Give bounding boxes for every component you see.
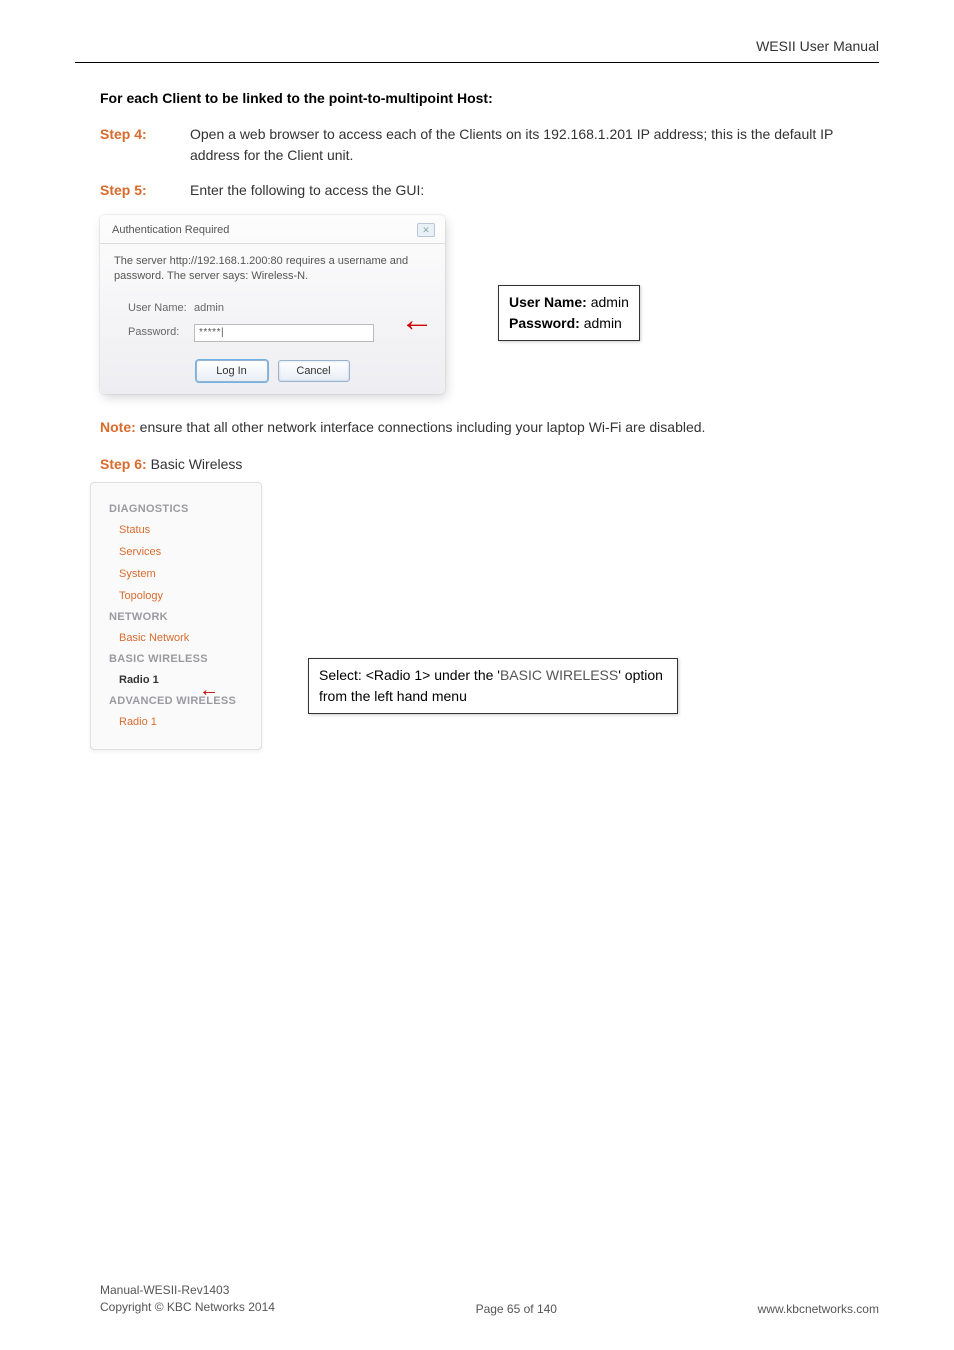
callout2-p4: > bbox=[422, 667, 430, 683]
step4-text: Open a web browser to access each of the… bbox=[190, 124, 879, 166]
note-label: Note: bbox=[100, 419, 136, 435]
sidebar-figure: DIAGNOSTICS Status Services System Topol… bbox=[100, 482, 879, 762]
callout2-p2: < bbox=[366, 667, 374, 683]
sidebar-group-diagnostics: DIAGNOSTICS bbox=[91, 499, 261, 519]
auth-dialog: Authentication Required ✕ The server htt… bbox=[100, 215, 445, 394]
note-text: Note: ensure that all other network inte… bbox=[100, 417, 879, 438]
section-heading: For each Client to be linked to the poin… bbox=[100, 90, 879, 106]
arrow-icon: ← bbox=[400, 303, 434, 337]
footer-manual-id: Manual-WESII-Rev1403 bbox=[100, 1282, 275, 1299]
sidebar-item-services[interactable]: Services bbox=[91, 541, 261, 563]
sidebar-item-status[interactable]: Status bbox=[91, 519, 261, 541]
step5-text: Enter the following to access the GUI: bbox=[190, 180, 879, 201]
callout2-p1: Select: bbox=[319, 667, 362, 683]
username-label: User Name: bbox=[114, 301, 194, 316]
sidebar-item-system[interactable]: System bbox=[91, 563, 261, 585]
dialog-title-text: Authentication Required bbox=[112, 224, 229, 236]
page-footer: Manual-WESII-Rev1403 Copyright © KBC Net… bbox=[100, 1282, 879, 1316]
sidebar-group-basic-wireless: BASIC WIRELESS bbox=[91, 649, 261, 669]
callout-password-label: Password: bbox=[509, 315, 580, 331]
callout-username-label: User Name: bbox=[509, 294, 587, 310]
username-value[interactable]: admin bbox=[194, 301, 224, 316]
password-label: Password: bbox=[114, 325, 194, 340]
password-mask: ***** bbox=[199, 326, 221, 340]
step6-label: Step 6: bbox=[100, 456, 147, 472]
sidebar-item-radio1-adv[interactable]: Radio 1 bbox=[91, 711, 261, 733]
header-divider bbox=[75, 62, 879, 63]
callout2-p3: Radio 1 bbox=[374, 667, 422, 683]
step6-text: Basic Wireless bbox=[151, 456, 243, 472]
footer-url: www.kbcnetworks.com bbox=[758, 1302, 879, 1316]
step5-label: Step 5: bbox=[100, 180, 190, 201]
sidebar-group-advanced-wireless: ADVANCED WIRELESS bbox=[91, 691, 261, 711]
callout-password-value: admin bbox=[584, 315, 622, 331]
header-title: WESII User Manual bbox=[756, 38, 879, 54]
sidebar-item-topology[interactable]: Topology bbox=[91, 585, 261, 607]
close-icon[interactable]: ✕ bbox=[417, 223, 435, 237]
login-button[interactable]: Log In bbox=[196, 360, 268, 382]
footer-copyright: Copyright © KBC Networks 2014 bbox=[100, 1299, 275, 1316]
password-input[interactable]: *****| bbox=[194, 324, 374, 342]
credentials-callout: User Name: admin Password: admin bbox=[498, 285, 640, 341]
dialog-message: The server http://192.168.1.200:80 requi… bbox=[114, 254, 431, 285]
note-body: ensure that all other network interface … bbox=[140, 419, 706, 435]
callout2-p5: under the ' bbox=[434, 667, 500, 683]
cancel-button[interactable]: Cancel bbox=[278, 360, 350, 382]
arrow-icon: ← bbox=[199, 679, 219, 702]
sidebar-nav: DIAGNOSTICS Status Services System Topol… bbox=[90, 482, 262, 750]
auth-dialog-figure: Authentication Required ✕ The server htt… bbox=[100, 215, 879, 395]
select-callout: Select: <Radio 1> under the 'BASIC WIREL… bbox=[308, 658, 678, 714]
sidebar-item-basic-network[interactable]: Basic Network bbox=[91, 627, 261, 649]
sidebar-group-network: NETWORK bbox=[91, 607, 261, 627]
step4-label: Step 4: bbox=[100, 124, 190, 166]
callout-username-value: admin bbox=[591, 294, 629, 310]
footer-page-number: Page 65 of 140 bbox=[476, 1302, 557, 1316]
sidebar-item-radio1[interactable]: Radio 1 bbox=[91, 669, 261, 691]
callout2-p6: BASIC WIRELESS bbox=[500, 667, 618, 683]
